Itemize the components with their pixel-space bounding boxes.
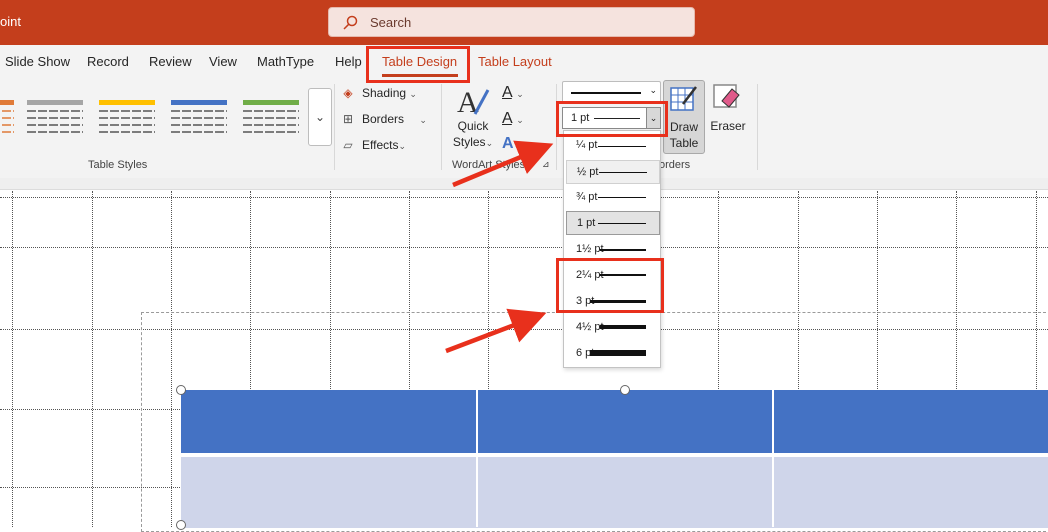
annotation-arrows <box>445 140 554 354</box>
arrow-to-thick-options <box>445 308 547 354</box>
arrow-to-pen-weight <box>452 140 554 188</box>
